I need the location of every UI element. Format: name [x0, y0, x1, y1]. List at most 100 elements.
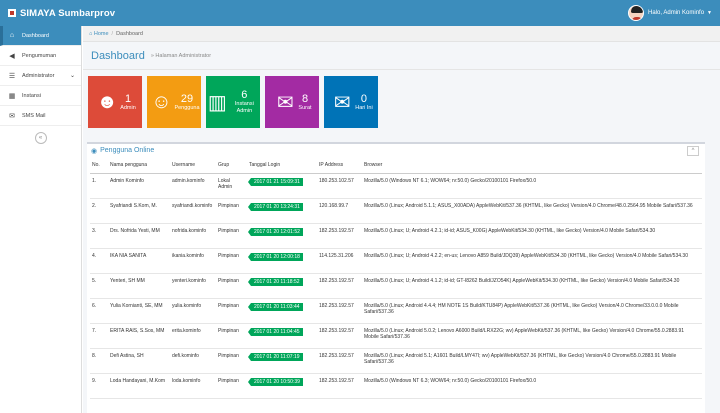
logo-icon: [8, 9, 16, 17]
cell-text: Loda Handayani, M.Kom: [110, 377, 166, 384]
table-row: 2. Syafriandi S.Kom, M. syafriandi.kominfo…: [90, 198, 702, 224]
table-body: 1. Admin Kominfo admin.kominfo Lokal Admin 2…: [90, 173, 702, 399]
app-brand[interactable]: SIMAYA Sumbarprov: [8, 8, 115, 19]
cell-text: 7.: [92, 327, 97, 334]
cell-text: Yenteri, SH MM: [110, 277, 145, 284]
cell-no: 3.: [90, 223, 108, 249]
table-header-row: No. Nama pengguna Username Grup Tanggal …: [90, 157, 702, 174]
tile-pengguna[interactable]: ☺ 29 Pengguna: [147, 76, 201, 128]
breadcrumb-home[interactable]: ⌂ Home: [89, 31, 109, 37]
cell-no: 5.: [90, 273, 108, 299]
login-time-badge: 2017 01 21 15:09:31: [248, 177, 303, 186]
cell-nama: Defi Astina, SH: [108, 348, 170, 374]
building-icon: ▥: [207, 91, 227, 114]
tile-label: Pengguna: [174, 104, 200, 111]
cell-username: loda.kominfo: [170, 373, 216, 399]
cell-text: 114.125.31.206: [319, 252, 354, 259]
cell-text: 4.: [92, 252, 97, 259]
sidebar-item-instansi[interactable]: ▦ Instansi: [0, 86, 81, 106]
tile-label: Hari Ini: [355, 104, 373, 111]
cell-tanggal: 2017 01 20 13:24:31: [247, 198, 317, 224]
list-icon: ☰: [8, 72, 16, 80]
cell-ip: 182.253.192.57: [317, 323, 362, 349]
tile-admin[interactable]: ☻ 1 Admin: [88, 76, 142, 128]
cell-username: yulia.kominfo: [170, 298, 216, 324]
sidebar-item-label: Dashboard: [22, 32, 49, 39]
cell-nama: Loda Handayani, M.Kom: [108, 373, 170, 399]
cell-text: 182.253.192.57: [319, 327, 354, 334]
sidebar-item-pengumuman[interactable]: ◀ Pengumuman: [0, 46, 81, 66]
cell-grup: Pimpinan: [216, 323, 247, 349]
column-header: No.: [90, 157, 108, 174]
cell-text: Mozilla/5.0 (Linux; U; Android 4.2.1; id…: [364, 227, 656, 234]
table-row: 1. Admin Kominfo admin.kominfo Lokal Admin 2…: [90, 173, 702, 199]
cell-text: Defi Astina, SH: [110, 352, 144, 359]
login-time-badge: 2017 01 20 10:50:39: [248, 377, 303, 386]
cell-text: Pimpinan: [218, 302, 239, 309]
sidebar-item-administrator[interactable]: ☰ Administrator ⌄: [0, 66, 81, 86]
cell-text: 1.: [92, 177, 97, 184]
cell-text: yulia.kominfo: [172, 302, 202, 309]
cell-no: 2.: [90, 198, 108, 224]
tile-label: Instansi Admin: [234, 101, 254, 114]
sidebar-item-label: Instansi: [22, 92, 41, 99]
sidebar-item-label: Administrator: [22, 72, 55, 79]
login-time-badge: 2017 01 20 12:01:52: [248, 227, 303, 236]
cell-ip: 114.125.31.206: [317, 248, 362, 274]
cell-text: Pimpinan: [218, 227, 239, 234]
cell-text: Pimpinan: [218, 277, 239, 284]
cell-text: Syafriandi S.Kom, M.: [110, 202, 157, 209]
cell-tanggal: 2017 01 20 11:18:52: [247, 273, 317, 299]
collapse-panel-button[interactable]: ^: [687, 145, 699, 156]
cell-text: 182.253.192.57: [319, 227, 354, 234]
cell-text: Mozilla/5.0 (Linux; Android 5.0.2; Lenov…: [364, 327, 685, 341]
cell-text: 9.: [92, 377, 97, 384]
breadcrumb-home-label: Home: [93, 30, 109, 37]
cell-ip: 120.168.99.7: [317, 198, 362, 224]
cell-text: Pimpinan: [218, 327, 239, 334]
tile-label: Admin: [120, 104, 136, 111]
login-time-badge: 2017 01 20 12:00:18: [248, 252, 303, 261]
cell-no: 4.: [90, 248, 108, 274]
tile-hari-ini[interactable]: ✉ 0 Hari Ini: [324, 76, 378, 128]
tile-surat[interactable]: ✉ 8 Surat: [265, 76, 319, 128]
cell-browser: Mozilla/5.0 (Windows NT 6.3; WOW64; rv:5…: [362, 373, 702, 399]
cell-text: Mozilla/5.0 (Windows NT 6.1; WOW64; rv:5…: [364, 177, 537, 184]
cell-username: syafriandi.kominfo: [170, 198, 216, 224]
panel-title: Pengguna Online: [100, 147, 155, 154]
cell-nama: IKA NIA SANITA: [108, 248, 170, 274]
cell-text: erita.kominfo: [172, 327, 201, 334]
breadcrumb-current: Dashboard: [116, 30, 143, 37]
cell-browser: Mozilla/5.0 (Linux; Android 5.0.2; Lenov…: [362, 323, 702, 349]
cell-browser: Mozilla/5.0 (Linux; Android 5.1; A1601 B…: [362, 348, 702, 374]
tile-count: 6: [241, 89, 248, 101]
cell-username: yenteri.kominfo: [170, 273, 216, 299]
cell-tanggal: 2017 01 20 11:07:19: [247, 348, 317, 374]
cell-text: Mozilla/5.0 (Linux; Android 4.4.4; HM NO…: [364, 302, 679, 316]
tile-instansi[interactable]: ▥ 6 Instansi Admin: [206, 76, 260, 128]
login-time-badge: 2017 01 20 13:24:31: [248, 202, 303, 211]
sidebar-item-dashboard[interactable]: ⌂ Dashboard: [0, 26, 81, 46]
top-navbar: SIMAYA Sumbarprov Halo, Admin Kominfo ▼: [0, 0, 720, 26]
stat-tiles: ☻ 1 Admin ☺ 29 Pengguna ▥ 6 Instansi Admin …: [83, 70, 720, 132]
cell-text: admin.kominfo: [172, 177, 205, 184]
cell-text: Pimpinan: [218, 377, 239, 384]
cell-text: syafriandi.kominfo: [172, 202, 213, 209]
breadcrumb: ⌂ Home / Dashboard: [83, 26, 720, 42]
cell-nama: Syafriandi S.Kom, M.: [108, 198, 170, 224]
app-title: SIMAYA Sumbarprov: [20, 7, 116, 19]
cell-ip: 182.253.192.57: [317, 273, 362, 299]
user-menu[interactable]: Halo, Admin Kominfo ▼: [628, 5, 712, 21]
tile-count: 29: [180, 92, 194, 105]
cell-text: 182.253.192.57: [319, 302, 354, 309]
panel-header: ◉ Pengguna Online ^: [87, 144, 705, 157]
cell-grup: Pimpinan: [216, 223, 247, 249]
collapse-sidebar-icon[interactable]: «: [34, 132, 47, 144]
mail-icon: ✉: [9, 112, 15, 120]
login-time-badge: 2017 01 20 11:03:44: [248, 302, 303, 311]
cell-text: Mozilla/5.0 (Linux; U; Android 4.1.2; id…: [364, 277, 680, 284]
column-header: Browser: [362, 157, 702, 174]
cell-text: Drs. Nofrida Yesti, MM: [110, 227, 160, 234]
user-name: Halo, Admin Kominfo: [648, 10, 705, 16]
sidebar-item-sms-mail[interactable]: ✉ SMS Mail: [0, 106, 81, 126]
